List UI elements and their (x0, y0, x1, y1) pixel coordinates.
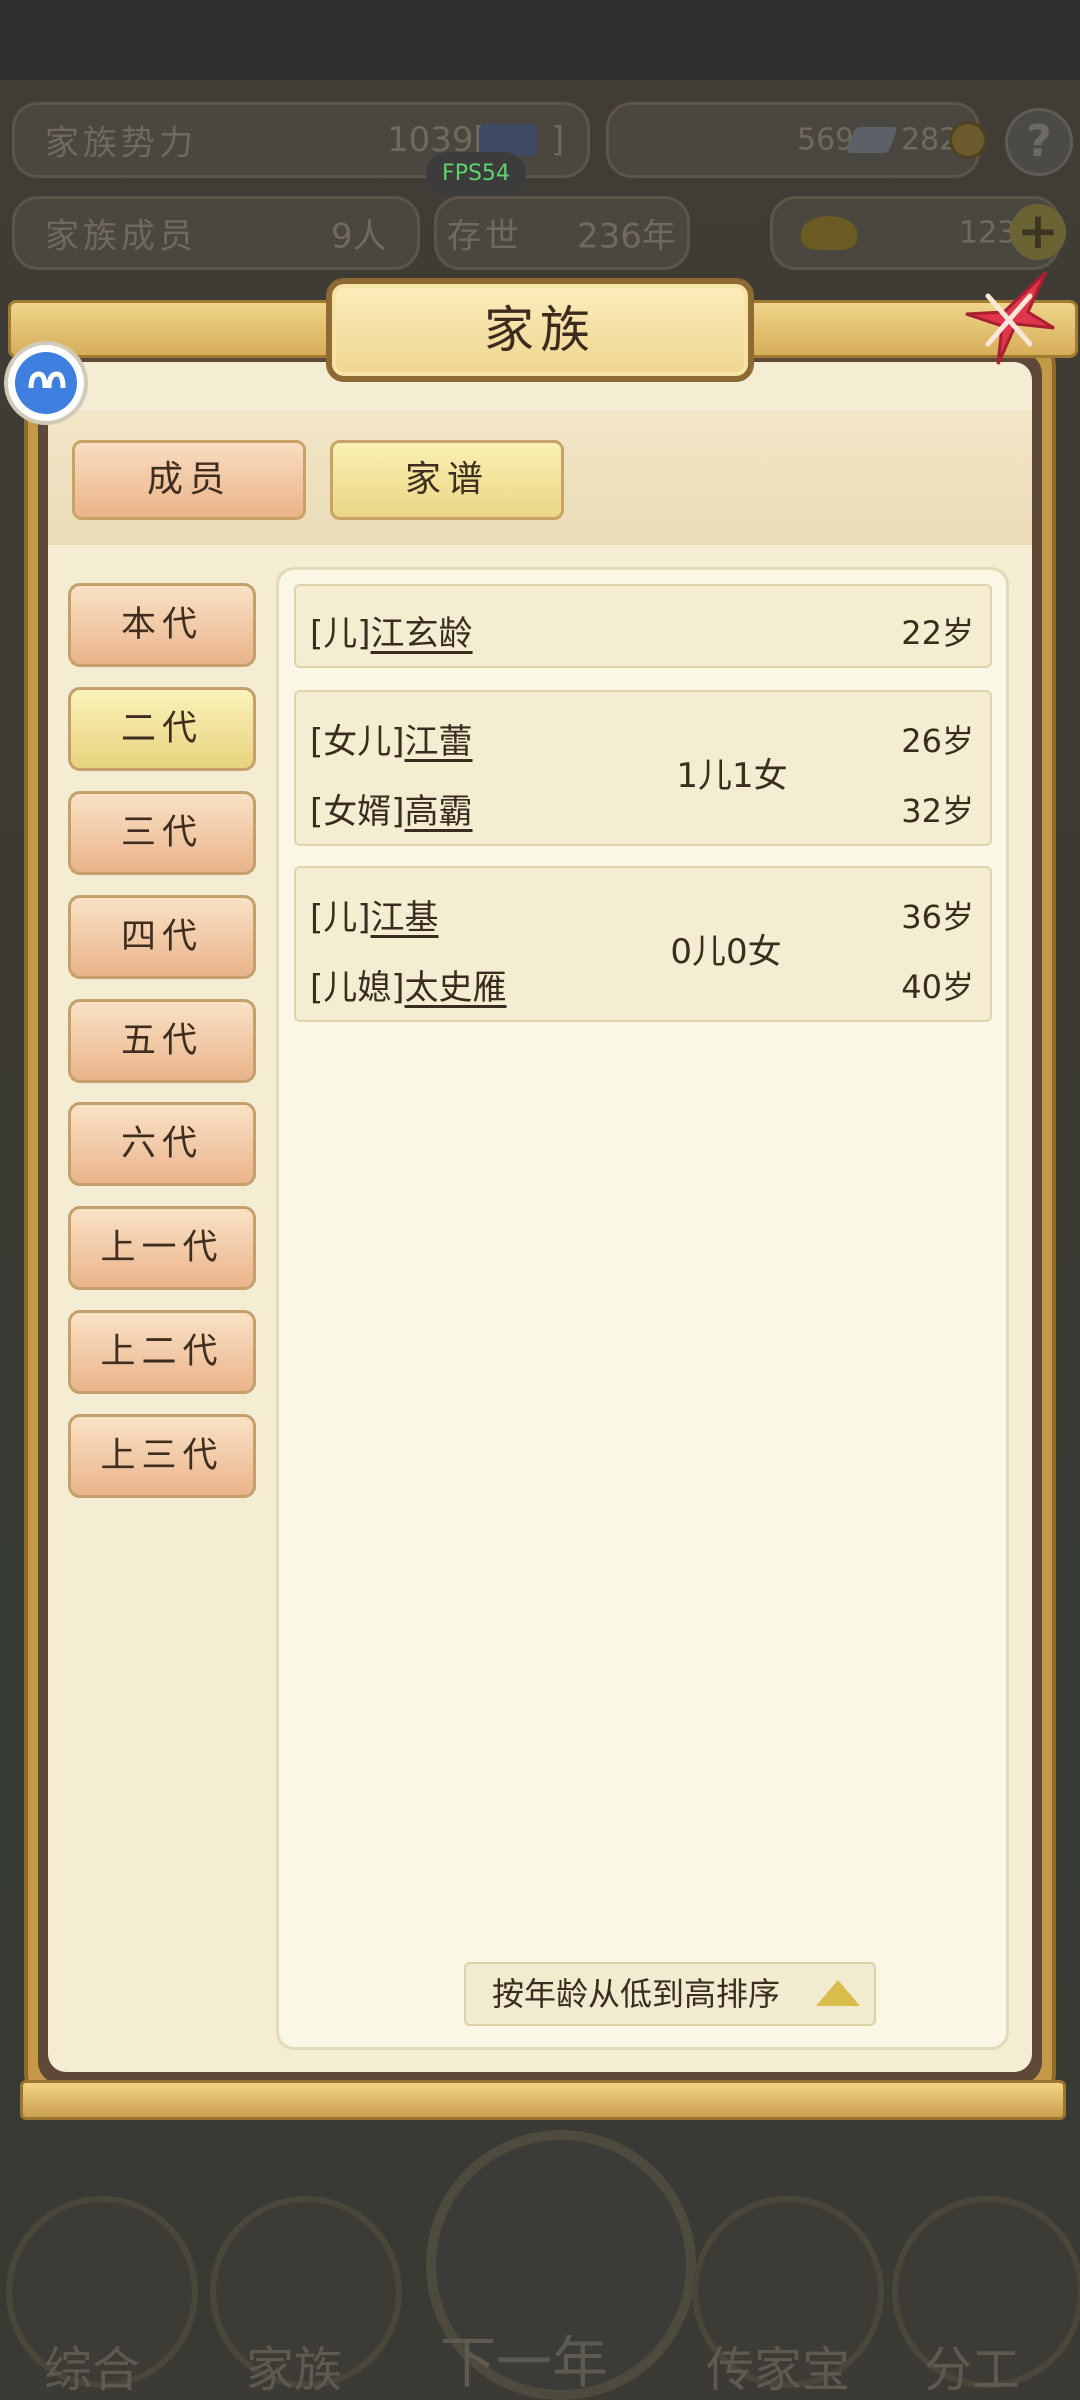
family-members-value: 9人 (331, 216, 387, 257)
add-gold-button[interactable]: + (1010, 204, 1066, 260)
gen-button-prev-three[interactable]: 上三代 (68, 1414, 256, 1498)
family-power-bracket: ] (551, 120, 565, 160)
nav-heirloom-label: 传家宝 (706, 2342, 851, 2398)
copper-coin-icon (949, 121, 987, 159)
silver-value: 569 (797, 122, 855, 158)
member-relation: [儿媳] (310, 968, 405, 1008)
exist-label: 存世 (447, 216, 523, 257)
member-age: 22岁 (901, 614, 974, 652)
dialog-title: 家族 (484, 301, 596, 359)
dialog-bottom-banner (20, 2080, 1066, 2120)
member-name[interactable]: 江基 (371, 898, 439, 938)
fps-counter: FPS54 (426, 152, 526, 196)
member-age: 36岁 (901, 898, 974, 936)
member-row: [儿]江玄龄 (310, 606, 473, 655)
gen-button-third[interactable]: 三代 (68, 791, 256, 875)
member-age: 40岁 (901, 968, 974, 1006)
tab-members[interactable]: 成员 (72, 440, 306, 520)
children-count: 0儿0女 (670, 932, 782, 972)
nav-division-label: 分工 (924, 2342, 1021, 2398)
family-power-label: 家族势力 (45, 123, 197, 164)
gen-button-prev-two[interactable]: 上二代 (68, 1310, 256, 1394)
nav-next-year-label: 下一年 (440, 2331, 608, 2396)
sort-by-age-button[interactable]: 按年龄从低到高排序 (464, 1962, 876, 2026)
close-button[interactable] (958, 268, 1058, 372)
member-name[interactable]: 高霸 (405, 792, 473, 832)
gen-button-sixth[interactable]: 六代 (68, 1102, 256, 1186)
help-icon[interactable]: ? (1005, 108, 1073, 176)
gen-button-prev-one[interactable]: 上一代 (68, 1206, 256, 1290)
member-name[interactable]: 江蕾 (405, 722, 473, 762)
exist-years-pill: 存世 236年 (434, 196, 690, 270)
member-relation: [女婿] (310, 792, 405, 832)
member-name[interactable]: 江玄龄 (371, 614, 473, 654)
member-name[interactable]: 太史雁 (405, 968, 507, 1008)
exist-value: 236年 (577, 216, 676, 257)
member-row: [儿媳]太史雁 (310, 960, 507, 1009)
dialog-title-plaque: 家族 (326, 278, 754, 382)
close-icon (965, 270, 1055, 365)
gen-button-second[interactable]: 二代 (68, 687, 256, 771)
top-bar-background (0, 0, 1080, 80)
sort-ascending-icon (816, 1980, 860, 2006)
member-row: [儿]江基 (310, 890, 439, 939)
sort-label: 按年龄从低到高排序 (492, 1975, 781, 2013)
gen-button-fifth[interactable]: 五代 (68, 999, 256, 1083)
children-count: 1儿1女 (676, 756, 788, 796)
gold-ingot-icon (801, 216, 857, 250)
member-age: 32岁 (901, 792, 974, 830)
silver-ingot-icon (846, 127, 898, 153)
member-age: 26岁 (901, 722, 974, 760)
tab-genealogy[interactable]: 家谱 (330, 440, 564, 520)
floating-assistant-avatar[interactable] (8, 345, 84, 421)
gold-value: 123 (959, 215, 1017, 251)
nav-general-label: 综合 (44, 2342, 141, 2398)
member-relation: [女儿] (310, 722, 405, 762)
member-row: [女婿]高霸 (310, 784, 473, 833)
family-card[interactable]: [女儿]江蕾 26岁 1儿1女 [女婿]高霸 32岁 (294, 690, 992, 846)
assistant-face-icon (15, 352, 77, 414)
gen-button-current[interactable]: 本代 (68, 583, 256, 667)
family-members-label: 家族成员 (45, 216, 197, 257)
member-relation: [儿] (310, 614, 371, 654)
member-row: [女儿]江蕾 (310, 714, 473, 763)
member-relation: [儿] (310, 898, 371, 938)
family-members-pill: 家族成员 9人 (12, 196, 420, 270)
nav-family-label: 家族 (246, 2342, 343, 2398)
family-card[interactable]: [儿]江基 36岁 0儿0女 [儿媳]太史雁 40岁 (294, 866, 992, 1022)
currency-pill: 569 282 (606, 102, 987, 178)
family-card[interactable]: [儿]江玄龄 22岁 (294, 584, 992, 668)
gen-button-fourth[interactable]: 四代 (68, 895, 256, 979)
